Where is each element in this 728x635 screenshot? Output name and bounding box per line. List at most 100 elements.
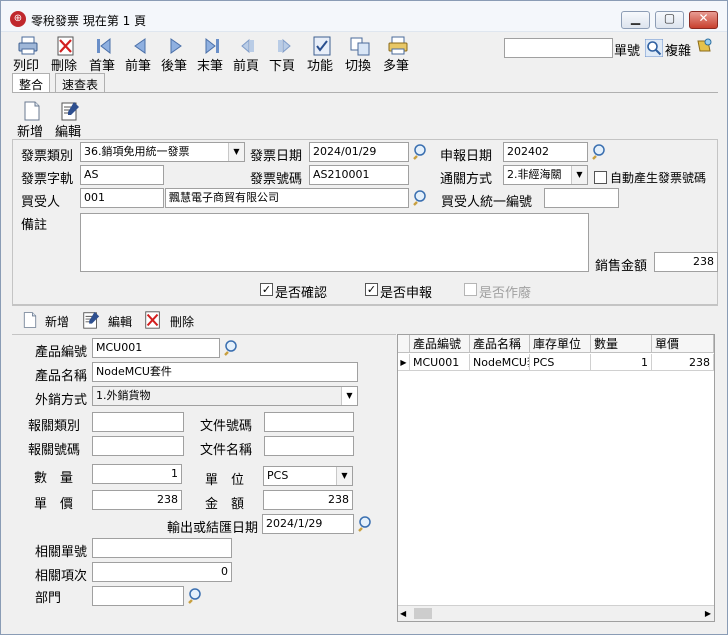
copy-icon[interactable]: [695, 37, 713, 55]
grid-header-stock-unit[interactable]: 庫存單位: [530, 335, 591, 353]
amount-label: 金 額: [205, 497, 245, 512]
first-record-button[interactable]: 首筆: [87, 33, 121, 74]
unit-price-label: 單 價: [34, 497, 74, 512]
customs-number-field[interactable]: [92, 436, 184, 456]
grid-cell-product-name[interactable]: NodeMCU套: [470, 354, 530, 371]
row-pointer-icon: ▶: [398, 354, 410, 371]
department-lookup-icon[interactable]: [187, 587, 205, 605]
doc-search-input[interactable]: [504, 38, 613, 58]
chevron-down-icon: ▼: [228, 143, 244, 161]
product-code-label: 產品編號: [35, 345, 88, 360]
confirmed-checkbox[interactable]: ✓: [260, 283, 273, 296]
doc-number-label: 文件號碼: [200, 419, 253, 434]
confirmed-label: 是否確認: [275, 286, 328, 301]
horizontal-scrollbar[interactable]: ◀ ▶: [398, 605, 714, 621]
previous-record-button[interactable]: 前筆: [123, 33, 157, 74]
scroll-right-icon[interactable]: ▶: [705, 609, 711, 618]
customs-number-label: 報關號碼: [28, 443, 81, 458]
doc-name-field[interactable]: [264, 436, 354, 456]
related-item-field[interactable]: 0: [92, 562, 232, 582]
new-document-icon: [24, 101, 40, 121]
product-code-field[interactable]: MCU001: [92, 338, 220, 358]
detail-divider: [12, 334, 396, 335]
buyer-lookup-icon[interactable]: [412, 189, 430, 207]
report-date-label: 申報日期: [440, 149, 493, 164]
sales-amount-field[interactable]: 238: [654, 252, 718, 272]
customs-method-label: 通關方式: [440, 172, 493, 187]
app-window: ⊕ 零稅發票 現在第 1 頁 ▁ ▢ ✕ 列印 刪除 首筆 前筆 後筆 末筆 前…: [0, 0, 728, 635]
report-date-field[interactable]: 202402: [503, 142, 588, 162]
chevron-down-icon: ▼: [336, 467, 352, 485]
product-name-field[interactable]: NodeMCU套件: [92, 362, 358, 382]
invoice-type-select[interactable]: 36.銷項免用統一發票 ▼: [80, 142, 245, 162]
detail-delete-button[interactable]: 刪除: [143, 310, 197, 332]
product-lookup-icon[interactable]: [223, 339, 241, 357]
previous-page-button[interactable]: 前頁: [231, 33, 265, 74]
minimize-button[interactable]: ▁: [621, 11, 650, 29]
grid-header-unit-price[interactable]: 單價: [652, 335, 714, 353]
doc-name-label: 文件名稱: [200, 443, 253, 458]
next-page-button[interactable]: 下頁: [267, 33, 301, 74]
buyer-tax-id-field[interactable]: [544, 188, 619, 208]
header-edit-button[interactable]: 編輯: [52, 100, 86, 140]
detail-edit-button[interactable]: 編輯: [81, 310, 135, 332]
invoice-track-field[interactable]: AS: [80, 165, 164, 185]
edit-icon: [83, 311, 100, 329]
grid-cell-product-code[interactable]: MCU001: [410, 354, 470, 371]
maximize-button[interactable]: ▢: [655, 11, 684, 29]
doc-number-field[interactable]: [264, 412, 354, 432]
related-no-field[interactable]: [92, 538, 232, 558]
customs-type-field[interactable]: [92, 412, 184, 432]
product-name-label: 產品名稱: [35, 369, 88, 384]
department-field[interactable]: [92, 586, 184, 606]
grid-cell-quantity[interactable]: 1: [591, 354, 652, 371]
detail-new-button[interactable]: 新增: [21, 310, 73, 332]
title-bar: ⊕ 零稅發票 現在第 1 頁 ▁ ▢ ✕: [1, 1, 727, 32]
voided-label: 是否作廢: [479, 286, 532, 301]
invoice-number-label: 發票號碼: [250, 172, 303, 187]
next-record-button[interactable]: 後筆: [159, 33, 193, 74]
reported-checkbox[interactable]: ✓: [365, 283, 378, 296]
auto-number-label: 自動產生發票號碼: [610, 171, 707, 185]
amount-field[interactable]: 238: [263, 490, 353, 510]
close-button[interactable]: ✕: [689, 11, 718, 29]
search-icon[interactable]: [645, 39, 663, 57]
function-button[interactable]: 功能: [305, 33, 339, 74]
tab-quick-lookup[interactable]: 速查表: [55, 73, 105, 93]
previous-page-icon: [241, 38, 254, 54]
date-lookup-icon[interactable]: [412, 143, 430, 161]
previous-record-icon: [134, 38, 146, 54]
grid-cell-stock-unit[interactable]: PCS: [530, 354, 591, 371]
buyer-name-field[interactable]: 飄慧電子商貿有限公司: [165, 188, 409, 208]
grid-cell-unit-price[interactable]: 238: [652, 354, 714, 371]
tab-integrated[interactable]: 整合: [12, 73, 50, 93]
scroll-thumb[interactable]: [414, 608, 432, 619]
invoice-date-field[interactable]: 2024/01/29: [309, 142, 409, 162]
switch-button[interactable]: 切換: [343, 33, 377, 74]
customs-method-select[interactable]: 2.非經海關 ▼: [503, 165, 588, 185]
voided-checkbox[interactable]: [464, 283, 477, 296]
edit-icon: [61, 102, 79, 121]
grid-header-product-name[interactable]: 產品名稱: [470, 335, 530, 353]
grid-header-quantity[interactable]: 數量: [591, 335, 652, 353]
last-record-button[interactable]: 末筆: [195, 33, 229, 74]
multi-record-button[interactable]: 多筆: [381, 33, 415, 74]
unit-select[interactable]: PCS ▼: [263, 466, 353, 486]
auto-number-checkbox[interactable]: [594, 171, 607, 184]
delete-button[interactable]: 刪除: [49, 33, 83, 74]
print-button[interactable]: 列印: [11, 33, 45, 74]
buyer-code-field[interactable]: 001: [80, 188, 164, 208]
scroll-left-icon[interactable]: ◀: [400, 609, 406, 618]
grid-header-product-code[interactable]: 產品編號: [410, 335, 470, 353]
unit-price-field[interactable]: 238: [92, 490, 182, 510]
detail-grid[interactable]: 產品編號 產品名稱 庫存單位 數量 單價 ▶ MCU001 NodeMCU套 P…: [397, 334, 715, 622]
new-document-icon: [23, 312, 37, 328]
report-date-lookup-icon[interactable]: [591, 143, 609, 161]
export-date-lookup-icon[interactable]: [357, 515, 375, 533]
invoice-number-field[interactable]: AS210001: [309, 165, 409, 185]
header-new-button[interactable]: 新增: [14, 100, 48, 140]
export-method-select[interactable]: 1.外銷貨物 ▼: [92, 386, 358, 406]
remark-field[interactable]: [80, 213, 589, 272]
quantity-field[interactable]: 1: [92, 464, 182, 484]
export-date-field[interactable]: 2024/1/29: [262, 514, 354, 534]
